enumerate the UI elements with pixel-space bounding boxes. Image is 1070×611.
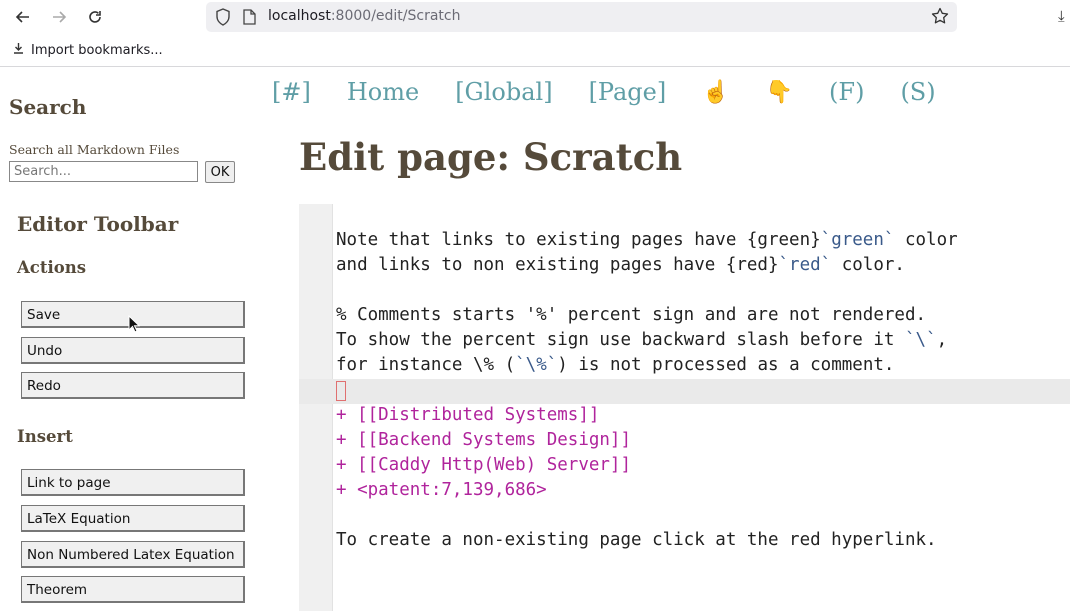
page-icon[interactable] xyxy=(243,9,256,25)
text-cursor xyxy=(336,381,346,401)
url-text[interactable]: localhost:8000/edit/Scratch xyxy=(268,8,460,24)
editor-list-line: + <patent:7,139,686> xyxy=(336,480,547,500)
reload-icon[interactable] xyxy=(82,5,108,29)
browser-toolbar: localhost:8000/edit/Scratch ⤓ xyxy=(0,0,1070,34)
editor-line: Note that links to existing pages have {… xyxy=(336,230,958,250)
import-bookmarks-label: Import bookmarks... xyxy=(31,43,163,58)
editor-toolbar-heading: Editor Toolbar xyxy=(17,212,179,236)
non-numbered-latex-button[interactable]: Non Numbered Latex Equation xyxy=(21,541,245,568)
markdown-editor[interactable]: Note that links to existing pages have {… xyxy=(299,204,1070,611)
page-content: [#] Home [Global] [Page] ☝ 👇 (F) (S) Sea… xyxy=(0,67,1070,611)
actions-heading: Actions xyxy=(17,258,87,277)
nav-s-link[interactable]: (S) xyxy=(900,78,935,106)
search-ok-button[interactable]: OK xyxy=(205,161,235,183)
top-navigation: [#] Home [Global] [Page] ☝ 👇 (F) (S) xyxy=(272,75,972,109)
mouse-cursor-icon xyxy=(128,314,141,333)
undo-button[interactable]: Undo xyxy=(21,337,245,364)
editor-line: To show the percent sign use backward sl… xyxy=(336,330,948,350)
search-label: Search all Markdown Files xyxy=(9,142,180,157)
bookmarks-bar: Import bookmarks... xyxy=(0,34,1070,67)
latex-equation-button[interactable]: LaTeX Equation xyxy=(21,505,245,532)
link-to-page-button[interactable]: Link to page xyxy=(21,469,245,496)
editor-line: and links to non existing pages have {re… xyxy=(336,255,905,275)
editor-list-line: + [[Distributed Systems]] xyxy=(336,405,600,425)
import-bookmarks-item[interactable]: Import bookmarks... xyxy=(12,42,163,59)
page-title: Edit page: Scratch xyxy=(299,135,683,179)
nav-f-link[interactable]: (F) xyxy=(829,78,864,106)
forward-icon[interactable] xyxy=(46,5,72,29)
bookmark-star-icon[interactable] xyxy=(931,7,949,25)
nav-page-link[interactable]: [Page] xyxy=(589,78,667,106)
editor-list-line: + [[Backend Systems Design]] xyxy=(336,430,632,450)
import-icon xyxy=(12,42,25,59)
shield-icon[interactable] xyxy=(215,8,231,26)
url-path: :8000/edit/Scratch xyxy=(330,8,461,24)
back-icon[interactable] xyxy=(10,5,36,29)
nav-home-link[interactable]: Home xyxy=(347,78,419,106)
insert-heading: Insert xyxy=(17,427,73,446)
search-heading: Search xyxy=(9,95,87,119)
pointing-down-icon[interactable]: 👇 xyxy=(766,80,793,105)
address-bar[interactable]: localhost:8000/edit/Scratch xyxy=(206,2,957,32)
url-host: localhost xyxy=(268,8,331,24)
redo-button[interactable]: Redo xyxy=(21,372,245,399)
editor-line: for instance \% (`\%`) is not processed … xyxy=(336,355,895,375)
editor-line: To create a non-existing page click at t… xyxy=(336,530,937,550)
search-input[interactable] xyxy=(9,161,198,182)
download-icon[interactable]: ⤓ xyxy=(1058,7,1065,25)
editor-gutter xyxy=(299,204,333,611)
pointing-up-icon[interactable]: ☝ xyxy=(702,80,729,105)
active-line-highlight xyxy=(299,379,1070,404)
nav-hash-link[interactable]: [#] xyxy=(272,78,311,106)
nav-global-link[interactable]: [Global] xyxy=(455,78,552,106)
editor-line: % Comments starts '%' percent sign and a… xyxy=(336,305,927,325)
theorem-button[interactable]: Theorem xyxy=(21,576,245,603)
editor-list-line: + [[Caddy Http(Web) Server]] xyxy=(336,455,632,475)
